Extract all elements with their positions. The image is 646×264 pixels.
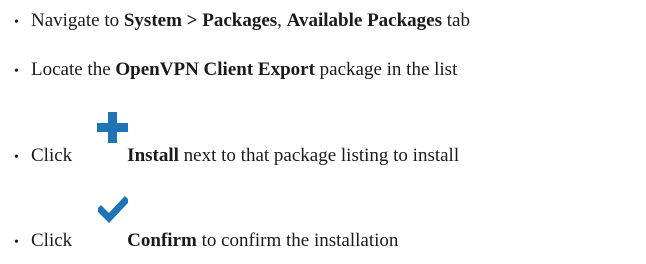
step-text: package in the list [314,59,458,80]
step-text: Locate the [31,59,116,80]
bullet: • [14,64,19,79]
step-text: Click [31,230,73,251]
step-navigate: • Navigate to System > Packages, Availabl… [14,10,470,34]
step-confirm: • Click Confirm to confirm the installatio… [14,230,398,254]
step-install: • Click Install next to that package listi… [14,145,459,169]
tab-name: Available Packages [286,10,443,31]
plus-icon [97,112,128,143]
bullet: • [14,235,19,250]
step-text: tab [442,10,470,31]
bullet: • [14,15,19,30]
confirm-label: Confirm [127,230,197,251]
package-name: OpenVPN Client Export [115,59,315,80]
step-text: Click [31,145,73,166]
step-text: Navigate to [31,10,124,31]
step-text: to confirm the installation [196,230,399,251]
check-icon [98,196,128,224]
step-text: , [277,10,287,31]
bullet: • [14,150,19,165]
menu-path: System > Packages [123,10,278,31]
step-locate: • Locate the OpenVPN Client Export packag… [14,59,457,83]
install-label: Install [127,145,179,166]
step-text: next to that package listing to install [178,145,460,166]
